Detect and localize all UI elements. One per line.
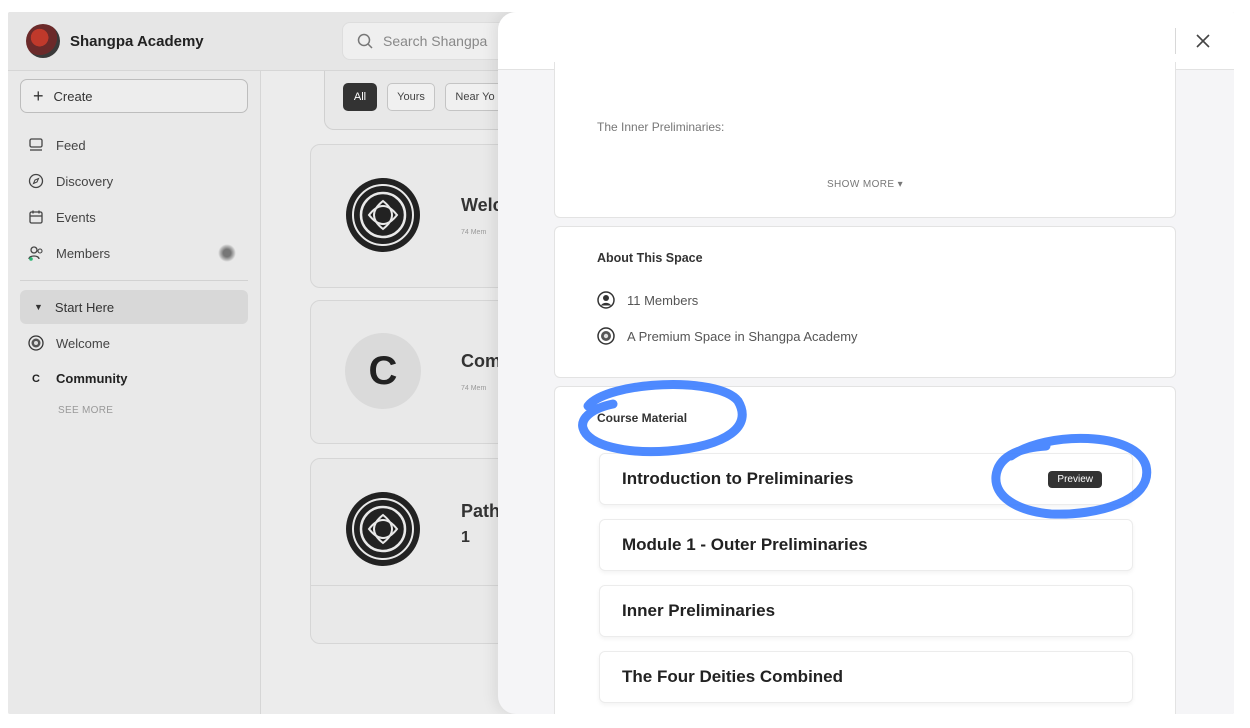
see-more-link[interactable]: SEE MORE	[58, 405, 113, 416]
sidebar-item-label: Discovery	[56, 173, 114, 189]
sidebar: + Create Feed Discovery Events Members ▼…	[8, 71, 261, 714]
premium-info: A Premium Space in Shangpa Academy	[597, 327, 858, 345]
sidebar-item-members[interactable]: Members	[28, 245, 110, 261]
about-title: About This Space	[597, 251, 703, 265]
sidebar-item-label: Members	[56, 245, 111, 261]
card-title: Com	[461, 351, 501, 371]
caret-down-icon: ▼	[34, 302, 43, 312]
course-material-title: Course Material	[597, 411, 688, 425]
search-icon	[357, 33, 373, 49]
module-label: The Four Deities Combined	[622, 667, 844, 686]
calendar-icon	[29, 210, 43, 224]
plus-icon: +	[33, 86, 44, 106]
brand[interactable]: Shangpa Academy	[26, 24, 204, 58]
user-circle-icon	[597, 291, 615, 309]
module-four-deities[interactable]: The Four Deities Combined	[599, 651, 1133, 703]
sidebar-item-label: Events	[56, 209, 96, 225]
letter-c-icon: C	[345, 333, 421, 409]
close-button[interactable]	[1188, 26, 1218, 56]
sidebar-item-events[interactable]: Events	[28, 209, 96, 225]
card-members: 74 Mem	[461, 385, 487, 392]
module-label: Inner Preliminaries	[622, 601, 776, 620]
space-details-drawer: The Inner Preliminaries: SHOW MORE ▾ Abo…	[498, 12, 1234, 714]
brand-logo-icon	[26, 24, 60, 58]
section-label: Start Here	[54, 299, 115, 315]
filter-chip-near-you[interactable]: Near Yo	[445, 83, 505, 111]
app-window: Shangpa Academy Search Shangpa + Create …	[8, 12, 1234, 714]
preview-badge[interactable]: Preview	[1048, 471, 1102, 488]
sidebar-item-feed[interactable]: Feed	[28, 137, 86, 153]
members-count: 11 Members	[597, 291, 698, 309]
course-material-panel: Course Material Introduction to Prelimin…	[554, 386, 1176, 714]
presence-indicator-icon	[218, 244, 236, 262]
sidebar-item-label: Community	[56, 371, 128, 386]
sidebar-section-start-here[interactable]: ▼ Start Here	[20, 290, 248, 324]
module-outer-preliminaries[interactable]: Module 1 - Outer Preliminaries	[599, 519, 1133, 571]
about-panel: About This Space 11 Members A Premium Sp…	[554, 226, 1176, 378]
header-divider	[1175, 28, 1176, 54]
feed-icon	[29, 138, 43, 151]
emblem-icon	[346, 178, 420, 252]
sidebar-item-discovery[interactable]: Discovery	[28, 173, 113, 189]
emblem-icon	[346, 492, 420, 566]
letter-c-icon: C	[32, 372, 40, 385]
sidebar-divider	[20, 280, 248, 281]
card-title: Welc	[461, 195, 503, 215]
card-title: Path	[461, 501, 501, 521]
description-text: The Inner Preliminaries:	[597, 120, 725, 134]
brand-name: Shangpa Academy	[70, 32, 204, 50]
filter-chip-all[interactable]: All	[343, 83, 377, 111]
module-label: Module 1 - Outer Preliminaries	[622, 535, 868, 554]
premium-text: A Premium Space in Shangpa Academy	[627, 328, 858, 344]
module-label: Introduction to Preliminaries	[622, 469, 854, 488]
module-introduction[interactable]: Introduction to Preliminaries Preview	[599, 453, 1133, 505]
members-icon	[28, 246, 43, 261]
emblem-icon	[28, 335, 44, 351]
filter-chip-yours[interactable]: Yours	[387, 83, 435, 111]
create-label: Create	[53, 88, 93, 104]
module-inner-preliminaries[interactable]: Inner Preliminaries	[599, 585, 1133, 637]
close-icon	[1196, 34, 1210, 48]
sidebar-item-welcome[interactable]: Welcome	[28, 335, 110, 351]
sidebar-item-community[interactable]: C Community	[28, 371, 128, 386]
members-text: 11 Members	[627, 292, 699, 308]
description-panel: The Inner Preliminaries: SHOW MORE ▾	[554, 62, 1176, 218]
search-placeholder: Search Shangpa	[383, 33, 488, 49]
sidebar-item-label: Welcome	[56, 335, 110, 351]
compass-icon	[28, 173, 44, 189]
sidebar-item-label: Feed	[56, 137, 86, 153]
card-members: 74 Mem	[461, 229, 487, 236]
emblem-icon	[597, 327, 615, 345]
card-title: 1	[461, 529, 470, 546]
show-more-button[interactable]: SHOW MORE ▾	[555, 179, 1175, 190]
create-button[interactable]: + Create	[20, 79, 248, 113]
